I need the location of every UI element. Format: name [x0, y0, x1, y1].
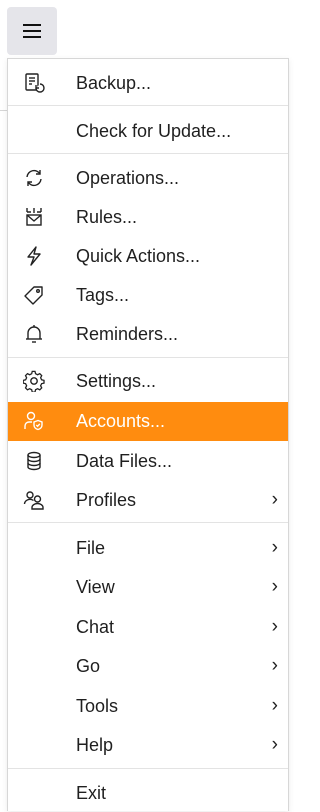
- menu-item-label: Reminders...: [76, 324, 179, 344]
- sync-icon: [22, 166, 46, 190]
- lightning-icon: [22, 244, 46, 268]
- menu-item-label: View: [76, 577, 115, 597]
- menu-item-rules[interactable]: Rules...: [8, 198, 288, 236]
- menu-item-chat[interactable]: Chat ›: [8, 608, 288, 646]
- chevron-right-icon: ›: [271, 576, 278, 597]
- menu-item-label: Check for Update...: [76, 121, 232, 141]
- menu-item-exit[interactable]: Exit: [8, 774, 288, 812]
- menu-separator: [8, 105, 288, 106]
- menu-item-label: Tags...: [76, 285, 130, 305]
- database-icon: [22, 449, 46, 473]
- chevron-right-icon: ›: [271, 734, 278, 755]
- menu-item-label: Accounts...: [76, 411, 166, 431]
- menu-item-backup[interactable]: Backup...: [8, 64, 288, 102]
- chevron-right-icon: ›: [271, 655, 278, 676]
- menu-item-accounts[interactable]: Accounts...: [8, 402, 288, 441]
- menu-item-label: Tools: [76, 696, 119, 716]
- menu-item-label: File: [76, 538, 106, 558]
- menu-separator: [8, 522, 288, 523]
- gear-icon: [22, 369, 46, 393]
- menu-item-tags[interactable]: Tags...: [8, 276, 288, 314]
- menu-item-label: Chat: [76, 617, 115, 637]
- menu-item-label: Go: [76, 656, 101, 676]
- menu-item-label: Help: [76, 735, 114, 755]
- menu-separator: [8, 768, 288, 769]
- menu-item-label: Quick Actions...: [76, 246, 201, 266]
- menu-item-operations[interactable]: Operations...: [8, 159, 288, 197]
- chevron-right-icon: ›: [271, 616, 278, 637]
- title-bar: [0, 0, 296, 60]
- menu-item-label: Profiles: [76, 490, 137, 510]
- menu-separator: [8, 153, 288, 154]
- bell-icon: [22, 322, 46, 346]
- menu-item-label: Rules...: [76, 207, 138, 227]
- chevron-right-icon: ›: [271, 537, 278, 558]
- menu-item-tools[interactable]: Tools ›: [8, 687, 288, 725]
- backup-icon: [22, 71, 46, 95]
- menu-item-go[interactable]: Go ›: [8, 647, 288, 685]
- menu-item-label: Data Files...: [76, 451, 173, 471]
- tag-icon: [22, 283, 46, 307]
- profiles-icon: [22, 488, 46, 512]
- menu-item-file[interactable]: File ›: [8, 529, 288, 567]
- menu-item-reminders[interactable]: Reminders...: [8, 315, 288, 353]
- menu-item-label: Settings...: [76, 371, 157, 391]
- menu-item-settings[interactable]: Settings...: [8, 362, 288, 400]
- menu-item-profiles[interactable]: Profiles ›: [8, 481, 288, 519]
- menu-separator: [8, 357, 288, 358]
- background-divider: [0, 110, 7, 111]
- chevron-right-icon: ›: [271, 489, 278, 510]
- menu-item-help[interactable]: Help ›: [8, 726, 288, 764]
- chevron-right-icon: ›: [271, 695, 278, 716]
- account-shield-icon: [22, 409, 46, 433]
- menu-item-label: Exit: [76, 783, 107, 803]
- app-menu-dropdown: Backup... Check for Update... Operations…: [7, 58, 289, 811]
- menu-item-label: Operations...: [76, 168, 180, 188]
- menu-item-check-for-update[interactable]: Check for Update...: [8, 112, 288, 150]
- menu-item-quick-actions[interactable]: Quick Actions...: [8, 237, 288, 275]
- menu-item-view[interactable]: View ›: [8, 568, 288, 606]
- rules-icon: [22, 205, 46, 229]
- hamburger-menu-icon: [23, 24, 41, 38]
- menu-item-data-files[interactable]: Data Files...: [8, 442, 288, 480]
- menu-item-label: Backup...: [76, 73, 152, 93]
- hamburger-menu-button[interactable]: [7, 7, 57, 55]
